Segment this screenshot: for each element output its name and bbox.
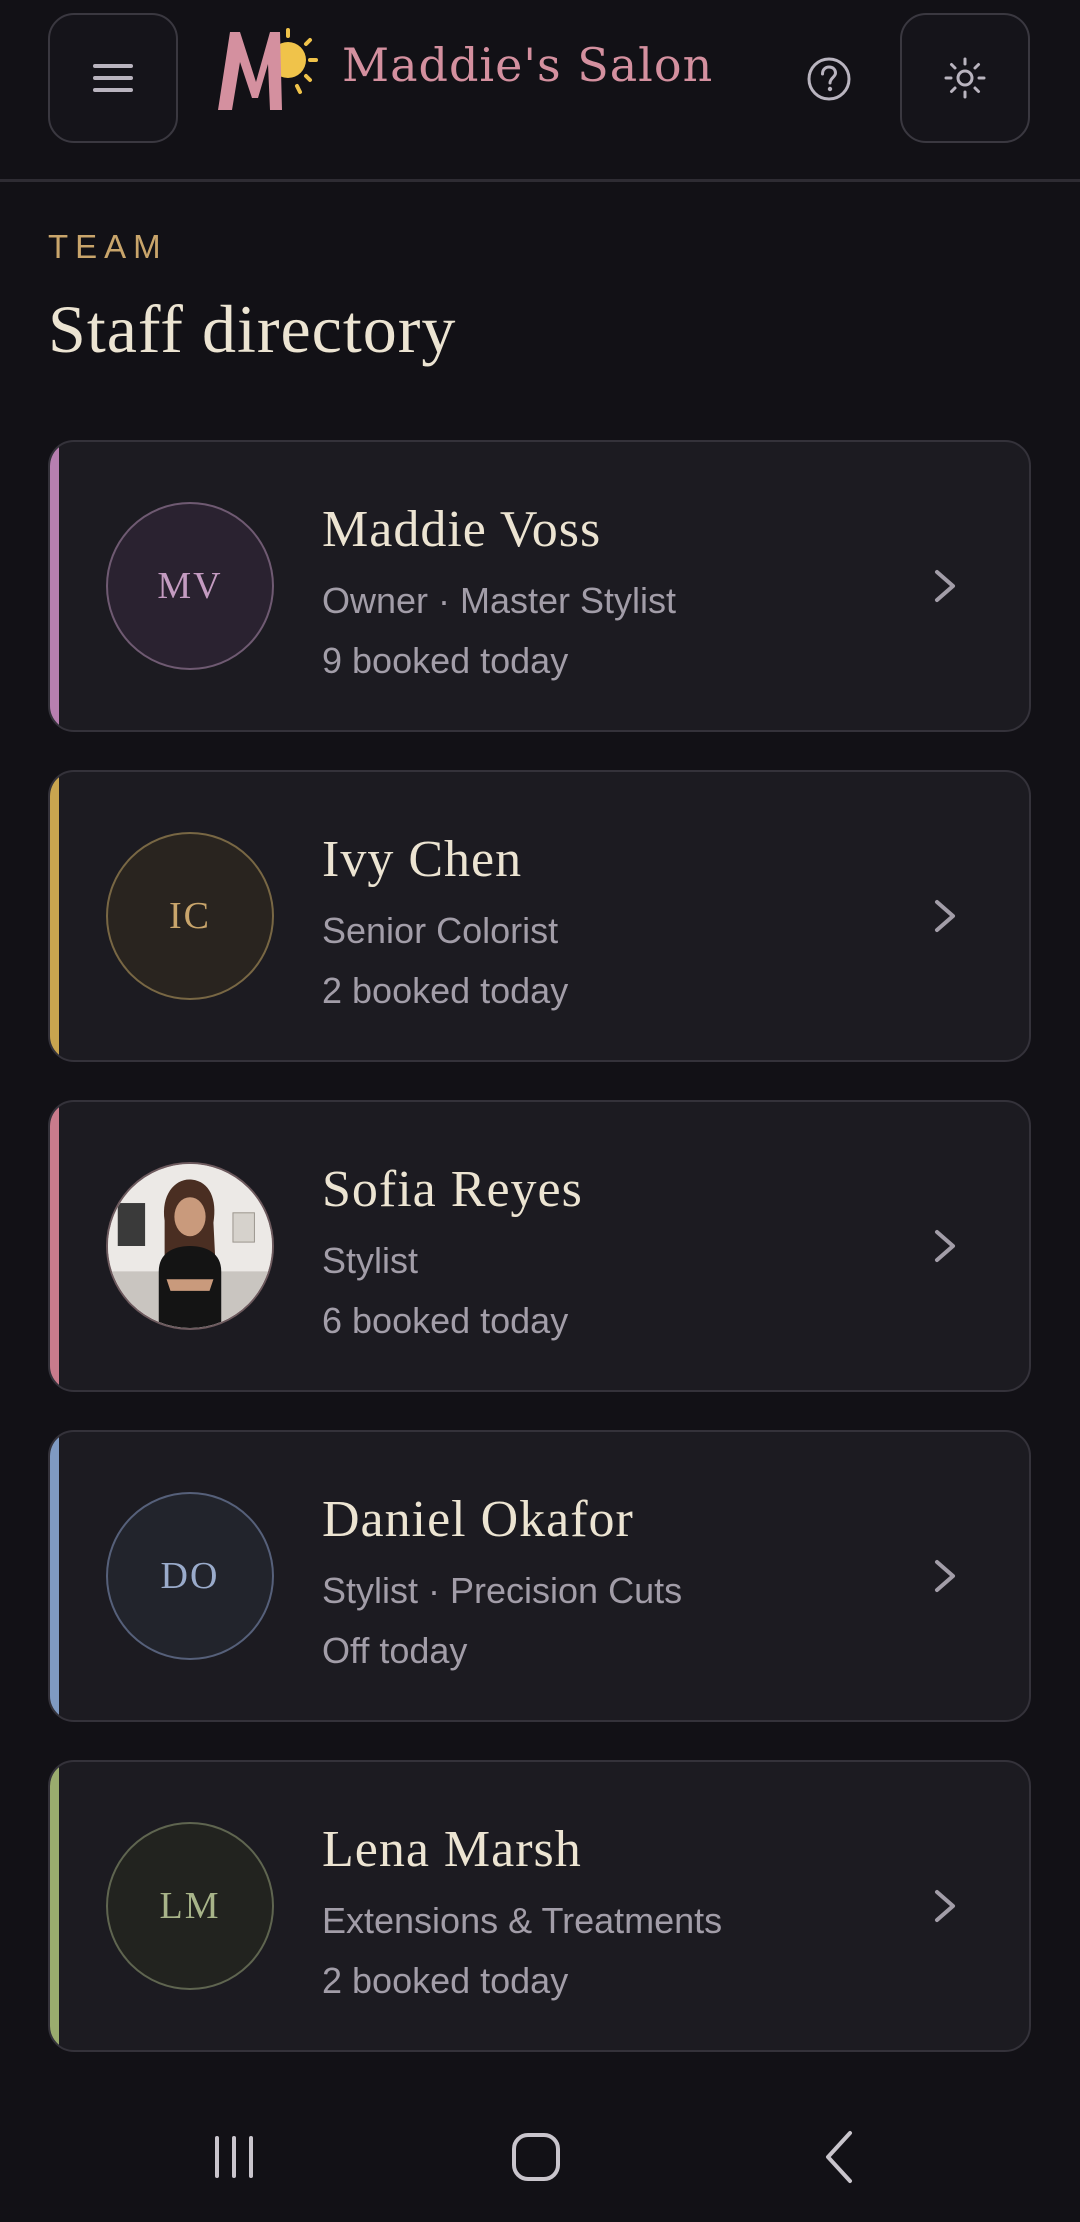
page-title: Staff directory	[48, 291, 457, 367]
staff-booking-status: 2 booked today	[322, 970, 569, 1011]
hamburger-menu-icon	[93, 64, 133, 92]
staff-name: Lena Marsh	[322, 1821, 582, 1878]
chevron-right-icon	[935, 900, 955, 932]
staff-card[interactable]: LM Lena Marsh Extensions & Treatments 2 boo…	[48, 1760, 1031, 2052]
recents-icon	[215, 2136, 253, 2178]
staff-booking-status: 6 booked today	[322, 1300, 569, 1341]
staff-avatar: LM	[106, 1822, 274, 1990]
brand-logo	[218, 28, 318, 110]
staff-role: Extensions & Treatments	[322, 1900, 723, 1941]
staff-name: Daniel Okafor	[322, 1491, 634, 1548]
back-button[interactable]	[800, 2122, 880, 2192]
recents-button[interactable]	[194, 2122, 274, 2192]
app-header: Maddie's Salon	[0, 0, 1080, 182]
staff-role: Senior Colorist	[322, 910, 559, 951]
back-icon	[826, 2131, 852, 2183]
staff-booking-status: Off today	[322, 1630, 468, 1671]
help-button[interactable]	[800, 50, 858, 108]
home-button[interactable]	[496, 2122, 576, 2192]
staff-avatar: DO	[106, 1492, 274, 1660]
card-accent-bar	[50, 1762, 59, 2050]
staff-card[interactable]: IC Ivy Chen Senior Colorist 2 booked today	[48, 770, 1031, 1062]
staff-name: Sofia Reyes	[322, 1161, 583, 1218]
staff-booking-status: 9 booked today	[322, 640, 569, 681]
staff-card[interactable]: MV Maddie Voss Owner · Master Stylist 9 boo…	[48, 440, 1031, 732]
sun-icon	[944, 57, 986, 99]
staff-role: Owner · Master Stylist	[322, 580, 677, 621]
staff-avatar-photo	[106, 1162, 274, 1330]
chevron-right-icon	[935, 570, 955, 602]
help-circle-icon	[807, 57, 851, 101]
system-navigation-bar	[0, 2092, 1080, 2222]
theme-toggle-button[interactable]	[900, 13, 1030, 143]
staff-name: Maddie Voss	[322, 501, 602, 558]
portrait-photo	[108, 1164, 272, 1328]
card-accent-bar	[50, 1102, 59, 1390]
chevron-right-icon	[935, 1560, 955, 1592]
staff-initials: IC	[169, 895, 211, 937]
staff-initials: LM	[159, 1885, 221, 1927]
staff-avatar: IC	[106, 832, 274, 1000]
staff-booking-status: 2 booked today	[322, 1960, 569, 2001]
staff-card[interactable]: DO Daniel Okafor Stylist · Precision Cuts O…	[48, 1430, 1031, 1722]
card-accent-bar	[50, 1432, 59, 1720]
staff-initials: DO	[160, 1555, 220, 1597]
card-accent-bar	[50, 442, 59, 730]
brand-name: Maddie's Salon	[342, 38, 714, 92]
staff-role: Stylist · Precision Cuts	[322, 1570, 683, 1611]
staff-role: Stylist	[322, 1240, 419, 1281]
chevron-right-icon	[935, 1890, 955, 1922]
staff-name: Ivy Chen	[322, 831, 523, 888]
card-accent-bar	[50, 772, 59, 1060]
section-eyebrow: TEAM	[48, 228, 168, 265]
chevron-right-icon	[935, 1230, 955, 1262]
staff-card[interactable]: Sofia Reyes Stylist 6 booked today	[48, 1100, 1031, 1392]
home-icon	[512, 2133, 560, 2181]
staff-directory-screen: Maddie's Salon TEAM Staff directory MV M…	[0, 0, 1080, 2222]
menu-button[interactable]	[48, 13, 178, 143]
staff-initials: MV	[157, 565, 223, 607]
staff-avatar: MV	[106, 502, 274, 670]
